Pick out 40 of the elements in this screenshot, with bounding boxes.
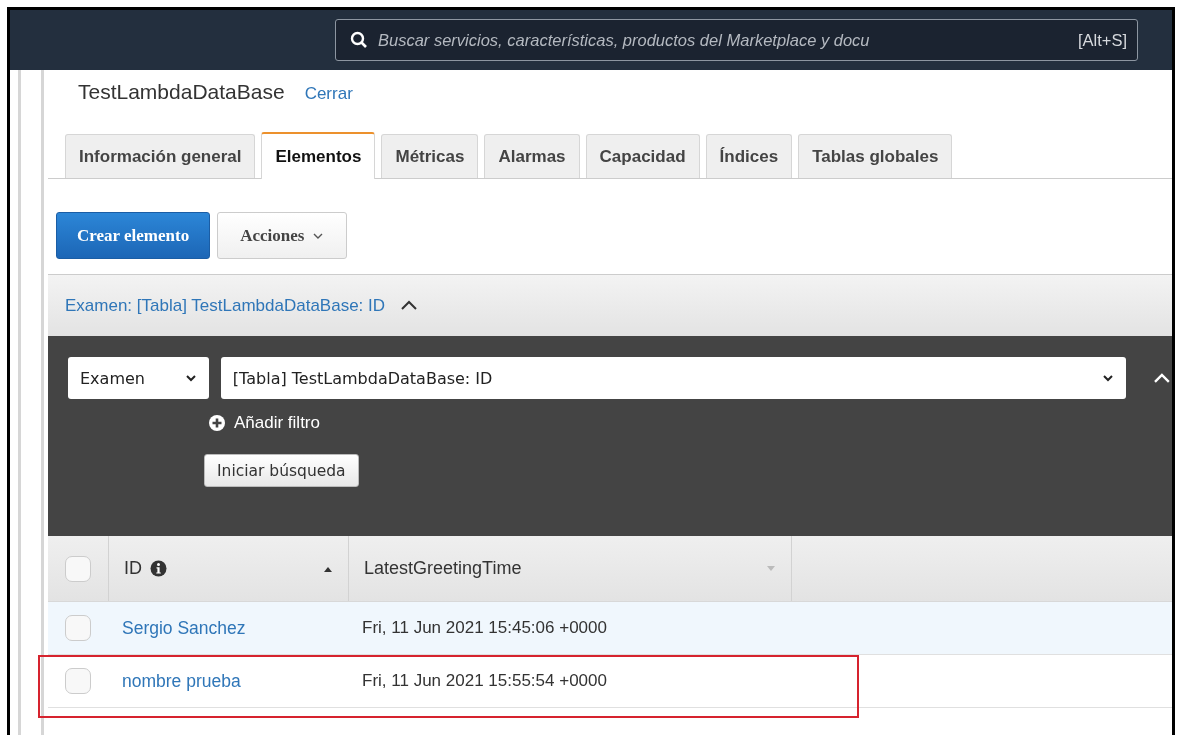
chevron-down-icon[interactable] — [184, 374, 197, 382]
caret-icon — [312, 231, 325, 240]
create-item-button[interactable]: Crear elemento — [56, 212, 211, 259]
add-icon[interactable] — [208, 414, 226, 432]
start-search-button[interactable]: Iniciar búsqueda — [204, 454, 359, 487]
select-all-checkbox[interactable] — [65, 555, 91, 582]
table-title: TestLambdaDataBase — [78, 80, 285, 104]
actions-button[interactable]: Acciones — [217, 212, 348, 259]
chevron-down-icon[interactable] — [1102, 374, 1115, 382]
sort-ascending-icon[interactable] — [323, 565, 333, 572]
tab[interactable]: Métricas — [381, 134, 479, 178]
query-title[interactable]: Examen: [Tabla] TestLambdaDataBase: ID — [65, 295, 386, 316]
close-link[interactable]: Cerrar — [304, 84, 353, 104]
table-row[interactable]: Sergio Sanchez Fri, 11 Jun 2021 15:45:06 +0000 — [48, 602, 1172, 655]
column-label: ID — [124, 558, 142, 579]
tab[interactable]: Alarmas — [484, 134, 580, 178]
tab[interactable]: Índices — [705, 134, 793, 178]
tab[interactable]: Información general — [65, 134, 256, 178]
table-cell: Fri, 11 Jun 2021 15:45:06 +0000 — [362, 618, 607, 638]
item-link[interactable]: Sergio Sanchez — [122, 617, 246, 639]
column-header[interactable]: ID — [108, 536, 348, 601]
column-label: LatestGreetingTime — [364, 558, 522, 579]
tab[interactable]: Tablas globales — [798, 134, 953, 178]
row-checkbox[interactable] — [65, 615, 91, 641]
search-box[interactable]: Buscar servicios, características, productos del Marketplace y docu [Alt+S] — [335, 19, 1138, 61]
column-header[interactable]: LatestGreetingTime — [348, 536, 791, 601]
search-input[interactable]: Buscar servicios, características, productos del Marketplace y docu — [378, 30, 1068, 50]
tab[interactable]: Capacidad — [585, 134, 700, 178]
info-icon[interactable] — [150, 560, 167, 577]
query-header[interactable]: Examen: [Tabla] TestLambdaDataBase: ID — [48, 274, 1172, 336]
tab[interactable]: Elementos — [261, 132, 376, 179]
row-checkbox[interactable] — [65, 668, 91, 694]
shortcut-hint: [Alt+S] — [1077, 30, 1127, 50]
table-cell: Fri, 11 Jun 2021 15:55:54 +0000 — [362, 671, 607, 691]
collapse-icon[interactable] — [1152, 371, 1172, 385]
add-filter-link[interactable]: Añadir filtro — [234, 413, 320, 433]
item-link[interactable]: nombre prueba — [122, 670, 241, 692]
target-select[interactable]: [Tabla] TestLambdaDataBase: ID — [220, 357, 1127, 399]
mode-select[interactable]: Examen — [68, 357, 209, 399]
search-icon — [350, 31, 368, 49]
